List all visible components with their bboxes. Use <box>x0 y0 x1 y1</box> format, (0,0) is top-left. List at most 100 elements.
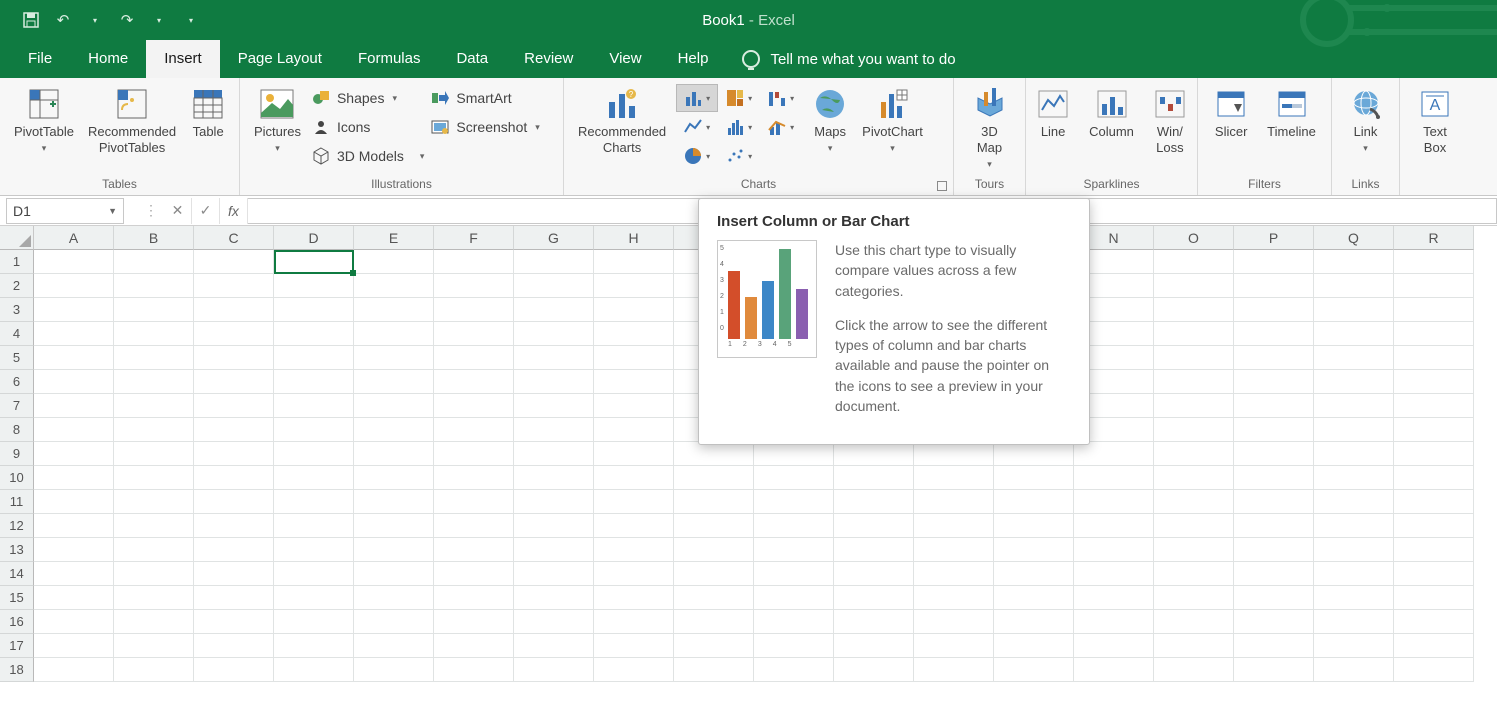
cell[interactable] <box>834 466 914 490</box>
slicer-button[interactable]: Slicer <box>1209 84 1253 142</box>
cell[interactable] <box>1154 298 1234 322</box>
cell[interactable] <box>1394 298 1474 322</box>
cell[interactable] <box>914 442 994 466</box>
cell[interactable] <box>594 298 674 322</box>
cell[interactable] <box>1234 346 1314 370</box>
row-header[interactable]: 17 <box>0 634 34 658</box>
cell[interactable] <box>194 658 274 682</box>
cell[interactable] <box>1394 370 1474 394</box>
smartart-button[interactable]: SmartArt <box>430 84 539 112</box>
cell[interactable] <box>114 490 194 514</box>
cell[interactable] <box>434 658 514 682</box>
cell[interactable] <box>354 250 434 274</box>
tab-home[interactable]: Home <box>70 40 146 78</box>
text-box-button[interactable]: AText Box <box>1413 84 1457 158</box>
cell[interactable] <box>434 274 514 298</box>
tab-help[interactable]: Help <box>660 40 727 78</box>
cell[interactable] <box>354 274 434 298</box>
cell[interactable] <box>434 490 514 514</box>
cell[interactable] <box>994 562 1074 586</box>
cell[interactable] <box>594 538 674 562</box>
cell[interactable] <box>1234 514 1314 538</box>
cell[interactable] <box>834 634 914 658</box>
select-all-corner[interactable] <box>0 226 34 250</box>
cell[interactable] <box>754 538 834 562</box>
cell[interactable] <box>194 322 274 346</box>
cell[interactable] <box>1154 586 1234 610</box>
cell[interactable] <box>754 610 834 634</box>
cell[interactable] <box>1074 658 1154 682</box>
cell[interactable] <box>1234 418 1314 442</box>
cell[interactable] <box>434 466 514 490</box>
cell[interactable] <box>994 610 1074 634</box>
cell[interactable] <box>274 394 354 418</box>
cell[interactable] <box>114 562 194 586</box>
cell[interactable] <box>1314 610 1394 634</box>
cell[interactable] <box>114 322 194 346</box>
cell[interactable] <box>674 610 754 634</box>
column-header[interactable]: P <box>1234 226 1314 250</box>
cell[interactable] <box>834 658 914 682</box>
cell[interactable] <box>514 658 594 682</box>
cell[interactable] <box>194 490 274 514</box>
shapes-button[interactable]: Shapes▾ <box>311 84 424 112</box>
column-bar-chart-button[interactable]: ▾ <box>676 84 718 112</box>
cell[interactable] <box>834 538 914 562</box>
name-box[interactable]: D1▼ <box>6 198 124 224</box>
cell[interactable] <box>674 658 754 682</box>
cell[interactable] <box>1074 586 1154 610</box>
row-header[interactable]: 10 <box>0 466 34 490</box>
cell[interactable] <box>754 658 834 682</box>
cell[interactable] <box>514 250 594 274</box>
cell[interactable] <box>914 610 994 634</box>
3d-models-button[interactable]: 3D Models▾ <box>311 142 424 170</box>
cell[interactable] <box>34 250 114 274</box>
cell[interactable] <box>514 370 594 394</box>
cell[interactable] <box>274 370 354 394</box>
recommended-pivottables-button[interactable]: Recommended PivotTables <box>84 84 180 158</box>
cell[interactable] <box>194 514 274 538</box>
cell[interactable] <box>114 610 194 634</box>
pie-chart-button[interactable]: ▾ <box>676 142 718 170</box>
cell[interactable] <box>1394 274 1474 298</box>
cell[interactable] <box>1314 490 1394 514</box>
cell[interactable] <box>754 586 834 610</box>
cell[interactable] <box>274 658 354 682</box>
cell[interactable] <box>1394 466 1474 490</box>
cell[interactable] <box>274 586 354 610</box>
cell[interactable] <box>1314 346 1394 370</box>
cell[interactable] <box>1314 658 1394 682</box>
cell[interactable] <box>1074 634 1154 658</box>
cell[interactable] <box>34 298 114 322</box>
cell[interactable] <box>834 586 914 610</box>
line-chart-button[interactable]: ▾ <box>676 113 718 141</box>
column-header[interactable]: O <box>1154 226 1234 250</box>
cell[interactable] <box>354 586 434 610</box>
column-header[interactable]: A <box>34 226 114 250</box>
cell[interactable] <box>194 418 274 442</box>
cell[interactable] <box>1234 586 1314 610</box>
cell[interactable] <box>1314 298 1394 322</box>
cell[interactable] <box>114 634 194 658</box>
cell[interactable] <box>1314 514 1394 538</box>
cell[interactable] <box>114 442 194 466</box>
undo-drop-icon[interactable]: ▾ <box>86 11 104 29</box>
cell[interactable] <box>34 538 114 562</box>
cell[interactable] <box>194 634 274 658</box>
row-header[interactable]: 16 <box>0 610 34 634</box>
cell[interactable] <box>34 610 114 634</box>
cell[interactable] <box>514 490 594 514</box>
cell[interactable] <box>594 610 674 634</box>
cell[interactable] <box>994 586 1074 610</box>
tab-view[interactable]: View <box>591 40 659 78</box>
cell[interactable] <box>274 298 354 322</box>
cell[interactable] <box>194 250 274 274</box>
cell[interactable] <box>1154 538 1234 562</box>
cell[interactable] <box>1394 418 1474 442</box>
redo-icon[interactable]: ↷ <box>118 11 136 29</box>
cell[interactable] <box>114 274 194 298</box>
combo-chart-button[interactable]: ▾ <box>760 113 802 141</box>
pivottable-button[interactable]: PivotTable▾ <box>10 84 78 158</box>
cell[interactable] <box>34 562 114 586</box>
cell[interactable] <box>1074 442 1154 466</box>
